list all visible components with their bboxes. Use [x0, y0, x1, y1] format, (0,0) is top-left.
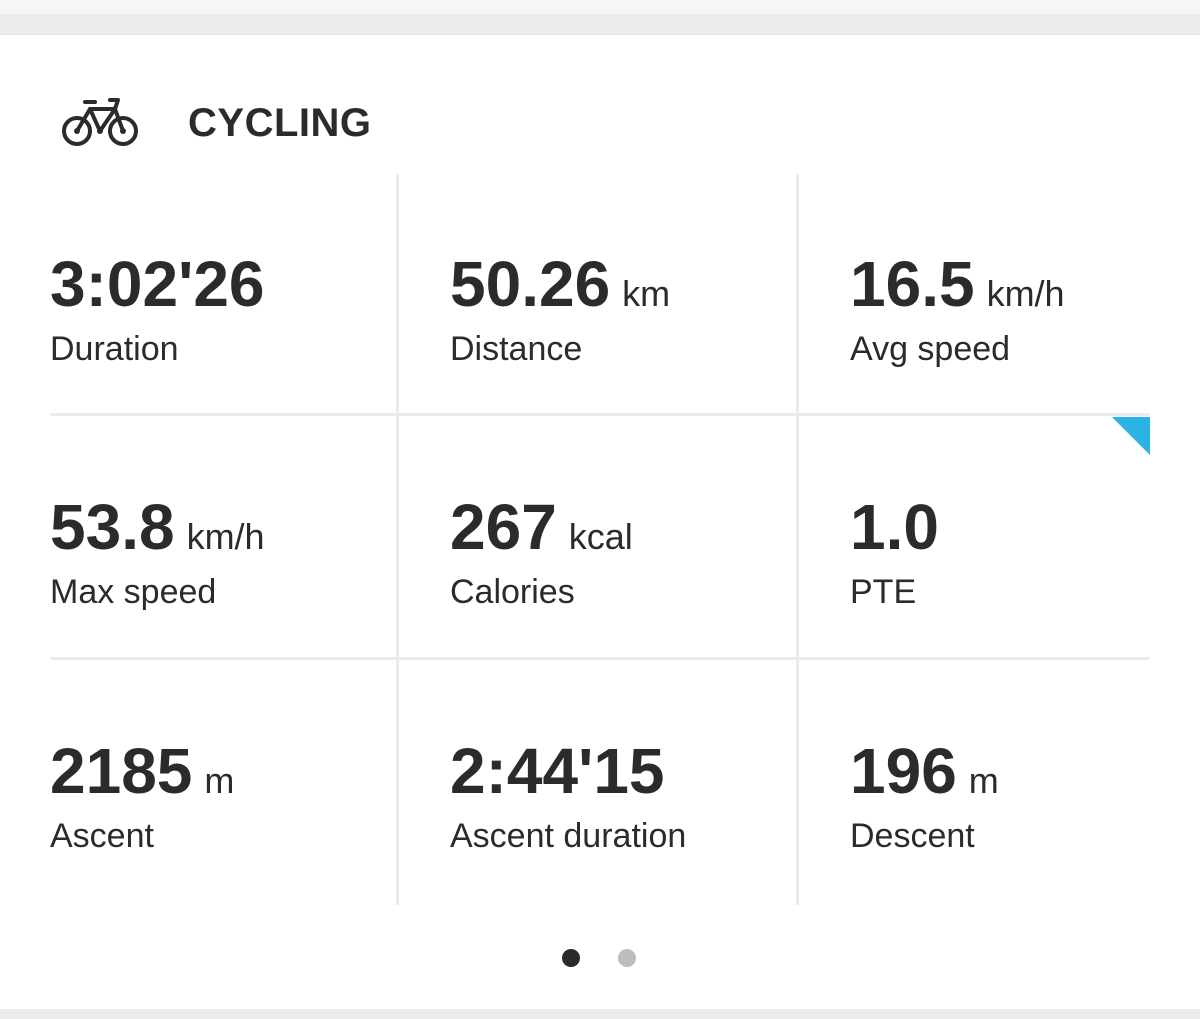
- top-bar: [0, 0, 1200, 14]
- stat-unit: km: [622, 273, 671, 314]
- stat-value-row: 267 kcal: [450, 495, 633, 559]
- stat-label: Avg speed: [850, 330, 1011, 368]
- stat-label: Descent: [850, 817, 975, 855]
- activity-header: CYCLING: [0, 35, 1200, 175]
- stat-value-row: 3:02'26: [50, 252, 265, 316]
- stat-calories[interactable]: 267 kcal Calories: [398, 417, 764, 660]
- stats-grid: 3:02'26 Duration 50.26 km Distance 16.5 km…: [50, 174, 1150, 905]
- stat-value: 2:44'15: [450, 735, 665, 807]
- activity-summary-card: CYCLING 3:02'26 Duration 50.26 km Distanc…: [0, 34, 1200, 1010]
- stat-value-row: 53.8 km/h: [50, 495, 265, 559]
- stat-value: 50.26: [450, 248, 611, 320]
- stat-value: 16.5: [850, 248, 975, 320]
- stat-distance[interactable]: 50.26 km Distance: [398, 174, 764, 417]
- bicycle-icon: [62, 98, 138, 146]
- stat-value-row: 16.5 km/h: [850, 252, 1065, 316]
- stat-avg-speed[interactable]: 16.5 km/h Avg speed: [798, 174, 1164, 417]
- stat-unit: kcal: [568, 516, 633, 557]
- stat-unit: km/h: [986, 273, 1065, 314]
- stat-value-row: 2:44'15: [450, 739, 665, 803]
- activity-title: CYCLING: [188, 101, 372, 145]
- stat-descent[interactable]: 196 m Descent: [798, 661, 1164, 904]
- stat-value: 2185: [50, 735, 193, 807]
- page-dot-2[interactable]: [618, 949, 636, 967]
- stat-unit: m: [968, 760, 999, 801]
- stat-unit: km/h: [186, 516, 265, 557]
- stat-value: 3:02'26: [50, 248, 265, 320]
- stat-label: Distance: [450, 330, 583, 368]
- stat-value: 53.8: [50, 491, 175, 563]
- stat-value-row: 196 m: [850, 739, 999, 803]
- stat-max-speed[interactable]: 53.8 km/h Max speed: [50, 417, 416, 660]
- stat-value: 267: [450, 491, 557, 563]
- bottom-strip: [0, 1009, 1200, 1019]
- stat-duration[interactable]: 3:02'26 Duration: [50, 174, 416, 417]
- stat-value-row: 50.26 km: [450, 252, 670, 316]
- stat-label: Duration: [50, 330, 179, 368]
- stat-label: Ascent duration: [450, 817, 687, 855]
- stat-label: Ascent: [50, 817, 154, 855]
- stat-label: Calories: [450, 573, 575, 611]
- stat-value-row: 1.0: [850, 495, 939, 559]
- stat-label: Max speed: [50, 573, 217, 611]
- stat-unit: m: [204, 760, 235, 801]
- stat-ascent-duration[interactable]: 2:44'15 Ascent duration: [398, 661, 764, 904]
- stat-value-row: 2185 m: [50, 739, 234, 803]
- page-dot-1[interactable]: [562, 949, 580, 967]
- stat-value: 196: [850, 735, 957, 807]
- stat-ascent[interactable]: 2185 m Ascent: [50, 661, 416, 904]
- stat-label: PTE: [850, 573, 917, 611]
- page-indicator: [0, 943, 1200, 973]
- accent-corner-flag: [1112, 417, 1150, 455]
- stat-value: 1.0: [850, 491, 939, 563]
- stat-pte[interactable]: 1.0 PTE: [798, 417, 1150, 660]
